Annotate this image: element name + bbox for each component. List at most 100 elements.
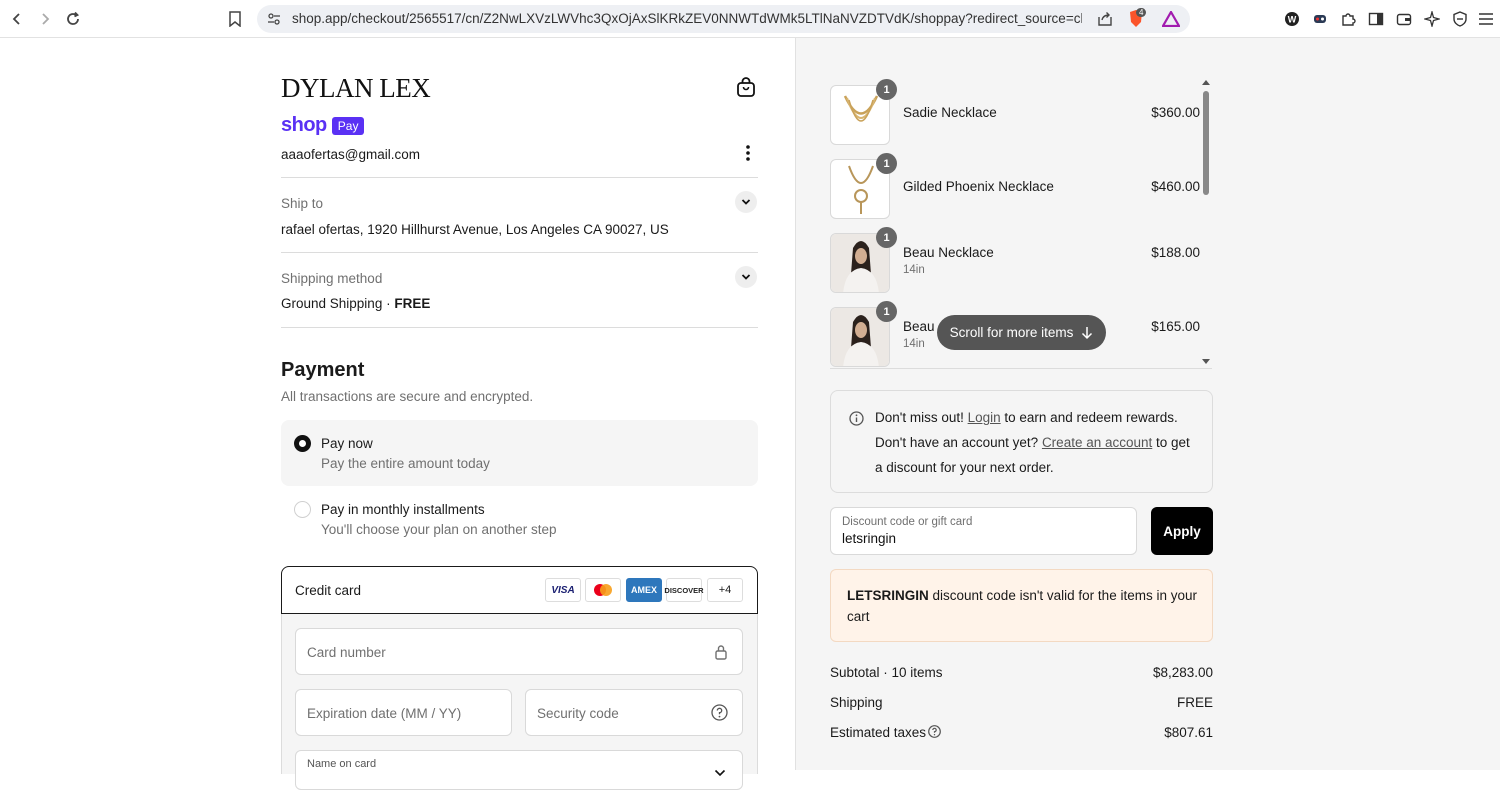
taxes-help-icon[interactable] [928, 725, 941, 741]
pay-now-subtitle: Pay the entire amount today [321, 456, 490, 471]
chevron-down-icon[interactable] [714, 765, 726, 780]
divider [281, 327, 758, 328]
vpn-shield-icon[interactable] [1451, 10, 1469, 28]
ship-to-label: Ship to [281, 196, 324, 211]
product-price: $188.00 [1151, 245, 1200, 260]
taxes-value: $807.61 [1164, 725, 1213, 740]
ship-to-expand-icon[interactable] [735, 191, 757, 213]
divider [281, 177, 758, 178]
login-link[interactable]: Login [968, 410, 1001, 425]
card-number-field[interactable]: Card number [295, 628, 743, 675]
shipping-method-value: Ground Shipping · FREE [281, 296, 430, 311]
rewards-text-b: to earn and redeem rewards. [1000, 410, 1178, 425]
info-icon [849, 411, 864, 429]
mastercard-icon [585, 578, 621, 602]
shop-pay-badge: Pay [331, 116, 365, 135]
store-logo[interactable]: DYLAN LEX [281, 73, 431, 104]
visa-icon: VISA [545, 578, 581, 602]
rewards-text-c: Don't have an account yet? [875, 435, 1042, 450]
product-variant: 14in [903, 338, 925, 350]
shipping-method-price: FREE [394, 296, 431, 311]
rewards-text-d: to get [1152, 435, 1190, 450]
pay-now-title: Pay now [321, 436, 373, 451]
apply-button[interactable]: Apply [1151, 507, 1213, 555]
security-code-field[interactable]: Security code [525, 689, 743, 736]
shipping-row: Shipping FREE [830, 695, 1213, 710]
sidebar-icon[interactable] [1367, 10, 1385, 28]
brave-rewards-icon[interactable] [1161, 9, 1181, 30]
expiration-date-placeholder: Expiration date (MM / YY) [307, 706, 462, 721]
cart-bag-icon[interactable] [735, 76, 757, 98]
expiration-date-field[interactable]: Expiration date (MM / YY) [295, 689, 512, 736]
scroll-hint-label: Scroll for more items [949, 325, 1074, 340]
browser-toolbar: shop.app/checkout/2565517/cn/Z2NwLXVzLWV… [0, 0, 1500, 38]
cart-scrollbar[interactable] [1200, 77, 1212, 367]
rewards-text-line-2: Don't have an account yet? Create an acc… [875, 430, 1190, 455]
discount-field-label: Discount code or gift card [842, 516, 973, 528]
name-on-card-field[interactable]: Name on card [295, 750, 743, 790]
shop-pay-logo: shop Pay [281, 114, 365, 137]
address-bar[interactable]: shop.app/checkout/2565517/cn/Z2NwLXVzLWV… [257, 5, 1190, 33]
quantity-badge: 1 [876, 301, 897, 322]
taxes-row: Estimated taxes $807.61 [830, 725, 1213, 740]
share-icon[interactable] [1097, 11, 1113, 30]
pay-now-radio[interactable] [294, 435, 311, 452]
product-name: Gilded Phoenix Necklace [903, 179, 1054, 194]
list-item: 1 Gilded Phoenix Necklace $460.00 [830, 153, 1200, 219]
payment-subtitle: All transactions are secure and encrypte… [281, 389, 534, 404]
installments-title[interactable]: Pay in monthly installments [321, 502, 485, 517]
leo-ai-icon[interactable] [1423, 10, 1441, 28]
shop-pay-wordmark: shop [281, 114, 327, 136]
site-settings-icon[interactable] [267, 12, 281, 29]
name-on-card-label: Name on card [307, 758, 377, 770]
help-icon[interactable] [711, 704, 728, 724]
discount-error-line-1: LETSRINGIN discount code isn't valid for… [847, 588, 1197, 603]
rewards-text-a: Don't miss out! [875, 410, 968, 425]
account-email: aaaofertas@gmail.com [281, 147, 421, 162]
product-name: Sadie Necklace [903, 105, 997, 120]
svg-text:W: W [1288, 15, 1297, 25]
wallet-icon[interactable] [1395, 10, 1413, 28]
create-account-link[interactable]: Create an account [1042, 435, 1152, 450]
product-variant: 14in [903, 264, 925, 276]
discount-error-line-2: cart [847, 609, 870, 624]
shipping-method-label: Shipping method [281, 271, 383, 286]
shipping-method-expand-icon[interactable] [735, 266, 757, 288]
product-name: Beau Necklace [903, 245, 994, 260]
scroll-for-more-button[interactable]: Scroll for more items [937, 315, 1106, 350]
shipping-value: FREE [1176, 695, 1213, 710]
amex-icon: AMEX [626, 578, 662, 602]
divider [281, 252, 758, 253]
installments-radio[interactable] [294, 501, 311, 518]
rewards-banner: Don't miss out! Login to earn and redeem… [830, 390, 1213, 493]
extensions-puzzle-icon[interactable] [1339, 10, 1357, 28]
shipping-method-name: Ground Shipping · [281, 296, 395, 311]
arrow-down-icon [1082, 326, 1093, 339]
list-item: 1 Beau Necklace 14in $188.00 [830, 227, 1200, 293]
forward-icon[interactable] [34, 8, 56, 30]
discount-error-code: LETSRINGIN [847, 588, 929, 603]
subtotal-value: $8,283.00 [1152, 665, 1213, 680]
menu-icon[interactable] [1477, 10, 1495, 28]
product-price: $460.00 [1151, 179, 1200, 194]
list-item: 1 Sadie Necklace $360.00 [830, 79, 1200, 145]
shipping-label: Shipping [830, 695, 883, 710]
url-text[interactable]: shop.app/checkout/2565517/cn/Z2NwLXVzLWV… [292, 11, 1082, 26]
bookmark-icon[interactable] [224, 8, 246, 30]
brave-shields-icon[interactable]: 4 [1127, 8, 1147, 32]
extension-w-icon[interactable]: W [1283, 10, 1301, 28]
credit-card-label: Credit card [295, 583, 362, 598]
more-options-icon[interactable] [741, 144, 755, 162]
discount-code-field[interactable]: Discount code or gift card letsringin [830, 507, 1137, 555]
reload-icon[interactable] [62, 8, 84, 30]
discount-error-message: discount code isn't valid for the items … [928, 588, 1197, 603]
taxes-label: Estimated taxes [830, 725, 927, 740]
lock-icon [714, 644, 728, 663]
discount-field-value[interactable]: letsringin [842, 531, 896, 546]
back-icon[interactable] [6, 8, 28, 30]
quantity-badge: 1 [876, 79, 897, 100]
rewards-text-line-1: Don't miss out! Login to earn and redeem… [875, 405, 1178, 430]
pay-now-option[interactable] [281, 420, 758, 486]
extension-incognito-icon[interactable] [1311, 10, 1329, 28]
rewards-text-line-3: a discount for your next order. [875, 460, 1054, 475]
